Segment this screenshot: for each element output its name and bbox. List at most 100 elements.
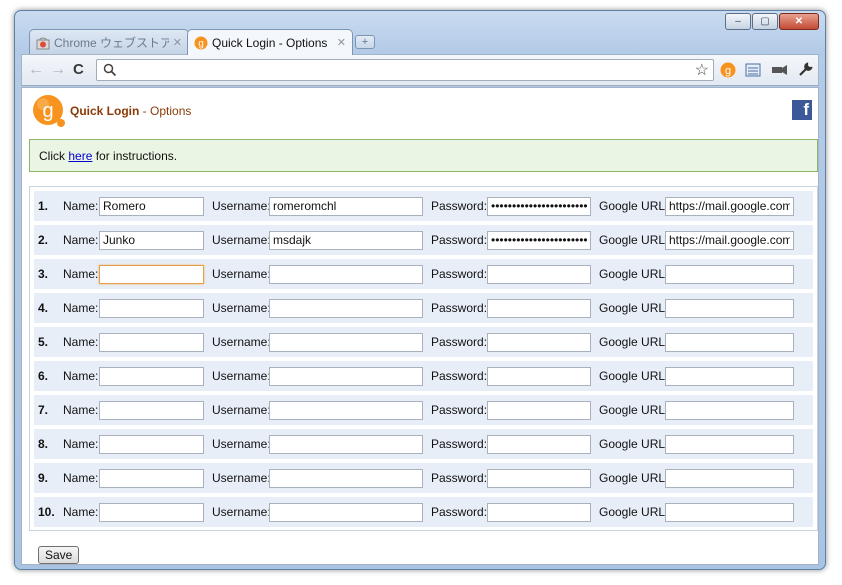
google-url-input[interactable] <box>665 502 794 522</box>
row-number: 7. <box>38 403 49 417</box>
username-input[interactable] <box>269 298 423 318</box>
name-input[interactable] <box>99 264 204 284</box>
name-label: Name: <box>63 335 99 349</box>
account-row: 7. Name: Username: Password: Google URL: <box>34 395 813 425</box>
username-input[interactable] <box>269 230 423 250</box>
quick-login-extension-icon[interactable]: g <box>719 61 737 79</box>
password-input[interactable] <box>487 502 591 522</box>
name-label: Name: <box>63 403 99 417</box>
google-url-input[interactable] <box>665 366 794 386</box>
password-label: Password: <box>431 505 488 519</box>
password-label: Password: <box>431 403 488 417</box>
name-label: Name: <box>63 471 99 485</box>
google-url-label: Google URL: <box>599 233 669 247</box>
password-label: Password: <box>431 267 488 281</box>
name-label: Name: <box>63 369 99 383</box>
address-bar[interactable]: ☆ <box>96 59 714 81</box>
google-url-input[interactable] <box>665 332 794 352</box>
username-input[interactable] <box>269 332 423 352</box>
username-input[interactable] <box>269 196 423 216</box>
new-tab-button[interactable]: + <box>355 35 375 49</box>
close-window-button[interactable]: ✕ <box>779 13 819 30</box>
name-label: Name: <box>63 199 99 213</box>
name-input[interactable] <box>99 400 204 420</box>
name-input[interactable] <box>99 434 204 454</box>
instructions-link[interactable]: here <box>68 149 92 163</box>
username-input[interactable] <box>269 502 423 522</box>
google-url-input[interactable] <box>665 264 794 284</box>
google-url-input[interactable] <box>665 196 794 216</box>
google-url-input[interactable] <box>665 434 794 454</box>
name-input[interactable] <box>99 366 204 386</box>
password-label: Password: <box>431 471 488 485</box>
svg-text:g: g <box>198 38 204 49</box>
row-number: 4. <box>38 301 49 315</box>
username-label: Username: <box>212 471 271 485</box>
bookmark-star-icon[interactable]: ☆ <box>695 60 709 80</box>
username-label: Username: <box>212 267 271 281</box>
name-label: Name: <box>63 437 99 451</box>
password-input[interactable] <box>487 230 591 250</box>
wrench-icon[interactable] <box>796 61 814 79</box>
tab-quick-login-options[interactable]: g Quick Login - Options ✕ <box>187 29 353 55</box>
account-row: 4. Name: Username: Password: Google URL: <box>34 293 813 323</box>
row-number: 6. <box>38 369 49 383</box>
account-row: 5. Name: Username: Password: Google URL: <box>34 327 813 357</box>
username-label: Username: <box>212 335 271 349</box>
account-row: 9. Name: Username: Password: Google URL: <box>34 463 813 493</box>
forward-button[interactable]: → <box>50 61 66 79</box>
facebook-icon[interactable]: f <box>792 100 812 120</box>
google-url-label: Google URL: <box>599 505 669 519</box>
browser-window: – ▢ ✕ Chrome ウェブストア - Q ✕ g Quick Login … <box>14 10 826 570</box>
password-input[interactable] <box>487 468 591 488</box>
username-label: Username: <box>212 199 271 213</box>
window-controls: – ▢ ✕ <box>724 13 819 30</box>
password-input[interactable] <box>487 332 591 352</box>
account-row: 6. Name: Username: Password: Google URL: <box>34 361 813 391</box>
password-input[interactable] <box>487 196 591 216</box>
extension-icon[interactable] <box>770 61 788 79</box>
google-url-input[interactable] <box>665 298 794 318</box>
name-input[interactable] <box>99 502 204 522</box>
google-url-input[interactable] <box>665 400 794 420</box>
password-input[interactable] <box>487 400 591 420</box>
name-input[interactable] <box>99 298 204 318</box>
page-header: g Quick Login - Options <box>32 94 191 128</box>
google-url-input[interactable] <box>665 468 794 488</box>
tab-chrome-web-store[interactable]: Chrome ウェブストア - Q ✕ <box>29 29 189 55</box>
reload-button[interactable]: C <box>73 61 84 78</box>
password-input[interactable] <box>487 434 591 454</box>
username-input[interactable] <box>269 434 423 454</box>
account-row: 3. Name: Username: Password: Google URL: <box>34 259 813 289</box>
minimize-button[interactable]: – <box>725 13 751 30</box>
password-input[interactable] <box>487 298 591 318</box>
name-input[interactable] <box>99 230 204 250</box>
google-url-input[interactable] <box>665 230 794 250</box>
username-input[interactable] <box>269 468 423 488</box>
row-number: 10. <box>38 505 55 519</box>
row-number: 2. <box>38 233 49 247</box>
name-input[interactable] <box>99 468 204 488</box>
tab-close-icon[interactable]: ✕ <box>173 36 182 49</box>
password-label: Password: <box>431 233 488 247</box>
maximize-button[interactable]: ▢ <box>752 13 778 30</box>
page-menu-icon[interactable] <box>744 61 762 79</box>
username-input[interactable] <box>269 400 423 420</box>
row-number: 9. <box>38 471 49 485</box>
name-input[interactable] <box>99 196 204 216</box>
google-url-label: Google URL: <box>599 301 669 315</box>
back-button[interactable]: ← <box>28 61 44 79</box>
username-input[interactable] <box>269 264 423 284</box>
password-label: Password: <box>431 437 488 451</box>
password-input[interactable] <box>487 264 591 284</box>
save-button[interactable]: Save <box>38 546 80 564</box>
page-title: Quick Login - Options <box>70 104 192 118</box>
quick-login-icon: g <box>194 36 208 49</box>
password-label: Password: <box>431 301 488 315</box>
tab-close-icon[interactable]: ✕ <box>337 36 346 49</box>
accounts-list: 1. Name: Username: Password: Google URL: 2. Na… <box>29 186 818 531</box>
password-input[interactable] <box>487 366 591 386</box>
name-input[interactable] <box>99 332 204 352</box>
row-number: 3. <box>38 267 49 281</box>
username-input[interactable] <box>269 366 423 386</box>
